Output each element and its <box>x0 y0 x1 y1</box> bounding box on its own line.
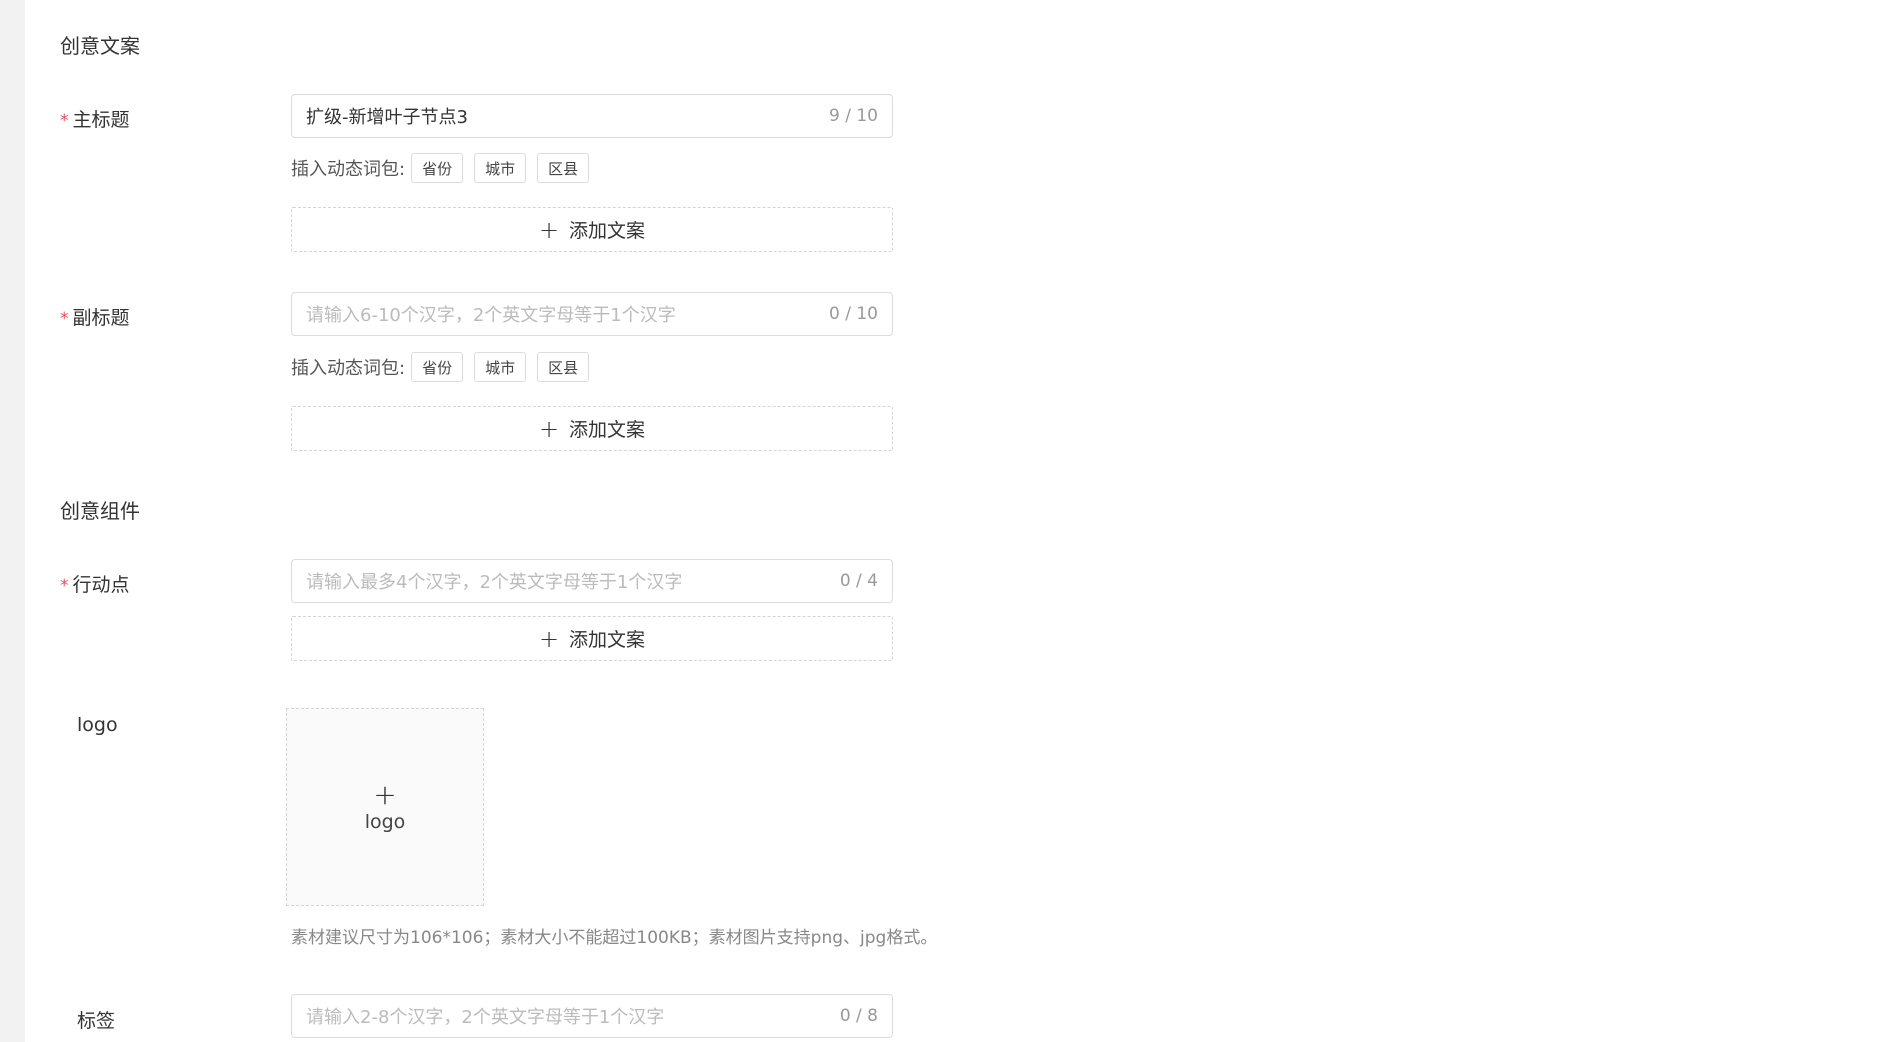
required-mark: * <box>60 309 69 329</box>
main-title-dynamic-words: 插入动态词包: 省份 城市 区县 <box>291 152 600 184</box>
sub-title-dynamic-words: 插入动态词包: 省份 城市 区县 <box>291 351 600 383</box>
chip-district[interactable]: 区县 <box>537 352 590 382</box>
action-point-label-text: 行动点 <box>72 574 130 596</box>
main-title-counter: 9 / 10 <box>829 106 878 126</box>
chip-province[interactable]: 省份 <box>411 153 464 183</box>
action-point-counter: 0 / 4 <box>839 571 878 591</box>
tags-placeholder: 请输入2-8个汉字，2个英文字母等于1个汉字 <box>306 1007 665 1028</box>
tags-label: 标签 <box>77 1010 116 1032</box>
main-title-value: 扩级-新增叶子节点3 <box>306 107 468 128</box>
tags-input[interactable]: 请输入2-8个汉字，2个英文字母等于1个汉字 0 / 8 <box>291 994 893 1038</box>
left-sidebar-strip <box>0 0 25 1042</box>
action-point-add-copy-button[interactable]: + 添加文案 <box>291 616 893 661</box>
logo-label: logo <box>77 714 118 736</box>
action-point-input[interactable]: 请输入最多4个汉字，2个英文字母等于1个汉字 0 / 4 <box>291 559 893 603</box>
plus-icon: + <box>538 624 560 653</box>
chip-province[interactable]: 省份 <box>411 352 464 382</box>
action-point-placeholder: 请输入最多4个汉字，2个英文字母等于1个汉字 <box>306 572 683 593</box>
sub-title-input[interactable]: 请输入6-10个汉字，2个英文字母等于1个汉字 0 / 10 <box>291 292 893 336</box>
required-mark: * <box>60 111 69 131</box>
action-point-label: * 行动点 <box>60 570 130 597</box>
dynamic-words-label: 插入动态词包: <box>291 159 406 180</box>
tags-counter: 0 / 8 <box>839 1006 878 1026</box>
dynamic-words-label: 插入动态词包: <box>291 358 406 379</box>
main-title-label-text: 主标题 <box>72 109 130 131</box>
add-copy-label: 添加文案 <box>569 629 646 651</box>
add-copy-label: 添加文案 <box>569 419 646 441</box>
section-title-copy: 创意文案 <box>60 34 140 58</box>
plus-icon: + <box>538 215 560 244</box>
chip-district[interactable]: 区县 <box>537 153 590 183</box>
sub-title-placeholder: 请输入6-10个汉字，2个英文字母等于1个汉字 <box>306 305 676 326</box>
add-copy-label: 添加文案 <box>569 220 646 242</box>
sub-title-label-text: 副标题 <box>72 307 130 329</box>
chip-city[interactable]: 城市 <box>474 352 527 382</box>
main-title-label: * 主标题 <box>60 105 130 132</box>
required-mark: * <box>60 576 69 596</box>
section-title-components: 创意组件 <box>60 499 140 523</box>
plus-icon: + <box>538 414 560 443</box>
main-title-input[interactable]: 扩级-新增叶子节点3 9 / 10 <box>291 94 893 138</box>
sub-title-label: * 副标题 <box>60 303 130 330</box>
logo-hint: 素材建议尺寸为106*106；素材大小不能超过100KB；素材图片支持png、j… <box>291 928 938 948</box>
plus-icon: + <box>373 778 397 811</box>
chip-city[interactable]: 城市 <box>474 153 527 183</box>
main-title-add-copy-button[interactable]: + 添加文案 <box>291 207 893 252</box>
sub-title-add-copy-button[interactable]: + 添加文案 <box>291 406 893 451</box>
logo-upload[interactable]: + logo <box>286 708 484 906</box>
logo-upload-text: logo <box>364 811 406 833</box>
sub-title-counter: 0 / 10 <box>829 304 878 324</box>
creative-form: 创意文案 * 主标题 扩级-新增叶子节点3 9 / 10 插入动态词包: 省份 城… <box>25 0 1898 1042</box>
